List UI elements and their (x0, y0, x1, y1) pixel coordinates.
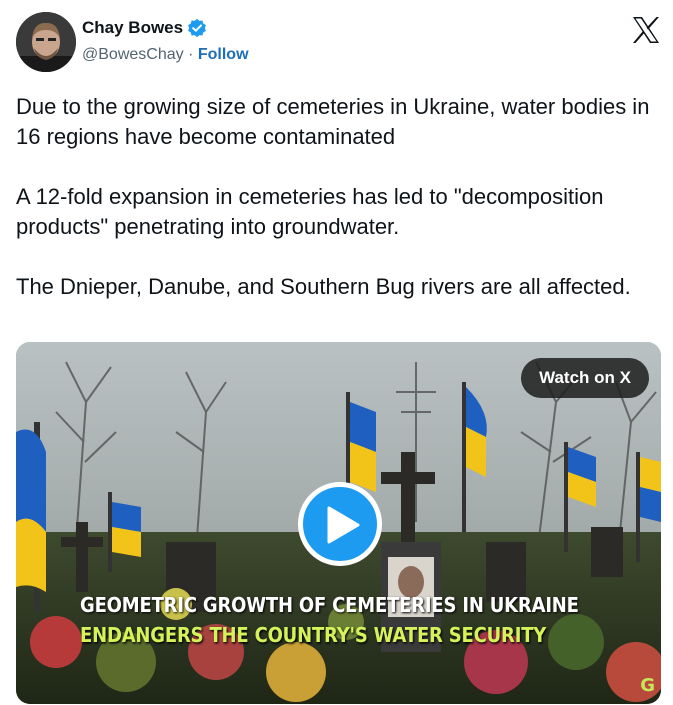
tweet-text: Due to the growing size of cemeteries in… (16, 94, 650, 299)
play-button[interactable] (298, 482, 382, 566)
video-caption: GEOMETRIC GROWTH OF CEMETERIES IN UKRAIN… (80, 594, 579, 648)
caption-line-2: ENDANGERS THE COUNTRY'S WATER SECURITY (80, 624, 547, 648)
verified-badge-icon (187, 18, 207, 38)
caption-line-1: GEOMETRIC GROWTH OF CEMETERIES IN UKRAIN… (80, 594, 579, 618)
x-logo-icon[interactable] (631, 16, 661, 44)
follow-button[interactable]: Follow (198, 46, 249, 63)
display-name[interactable]: Chay Bowes (82, 18, 183, 38)
avatar[interactable] (16, 12, 76, 72)
separator: · (188, 46, 194, 63)
tweet-header: Chay Bowes @BowesChay · Follow (16, 10, 661, 76)
watch-on-x-button[interactable]: Watch on X (521, 358, 649, 398)
name-row: Chay Bowes (82, 18, 207, 38)
play-icon (327, 506, 360, 544)
handle-row: @BowesChay · Follow (82, 46, 249, 64)
video-media[interactable]: Watch on X GEOMETRIC GROWTH OF CEMETERIE… (16, 342, 661, 704)
handle[interactable]: @BowesChay (82, 46, 184, 63)
channel-logo: G (640, 675, 655, 696)
